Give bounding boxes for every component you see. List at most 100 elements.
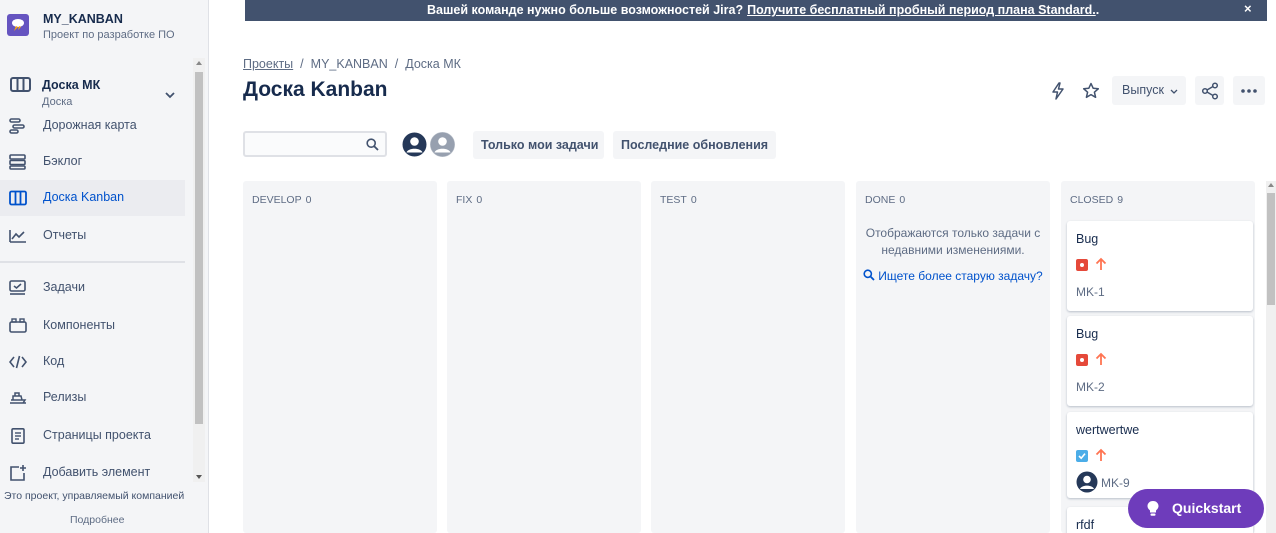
- search-input[interactable]: [249, 135, 359, 153]
- reports-icon: [9, 228, 27, 244]
- priority-high-icon: [1095, 352, 1107, 365]
- issue-title: rfdf: [1076, 518, 1095, 532]
- older-issue-link[interactable]: Ищете более старую задачу?: [856, 268, 1050, 285]
- sidebar-item-kanban-board[interactable]: Доска Kanban: [0, 180, 185, 216]
- sidebar-item-reports[interactable]: Отчеты: [0, 218, 185, 254]
- scrollbar-thumb[interactable]: [195, 72, 203, 424]
- more-icon: [1241, 89, 1257, 93]
- avatar-unassigned[interactable]: [428, 130, 457, 159]
- sidebar: MY_KANBAN Проект по разработке ПО Доска …: [0, 0, 209, 533]
- done-column-message: Отображаются только задачи с недавними и…: [865, 226, 1041, 257]
- scrollbar-thumb[interactable]: [1267, 193, 1275, 305]
- issue-card[interactable]: Bug MK-1: [1067, 221, 1253, 311]
- sidebar-item-issues[interactable]: Задачи: [0, 270, 185, 306]
- breadcrumb-separator: /: [394, 57, 399, 71]
- board-column-done: DONE 0 Отображаются только задачи с недав…: [856, 181, 1050, 533]
- sidebar-scrollbar[interactable]: [193, 58, 205, 482]
- upgrade-banner: Вашей команде нужно больше возможностей …: [245, 0, 1267, 21]
- column-count: 0: [899, 194, 906, 206]
- roadmap-icon: [9, 118, 27, 134]
- sidebar-item-label: Компоненты: [43, 318, 116, 332]
- releases-icon: [9, 390, 27, 406]
- sidebar-item-components[interactable]: Компоненты: [0, 308, 185, 344]
- column-name: CLOSED: [1070, 194, 1114, 206]
- column-count: 0: [305, 194, 312, 206]
- sidebar-item-label: Добавить элемент: [43, 465, 151, 479]
- more-button[interactable]: [1233, 76, 1265, 105]
- sidebar-item-add-item[interactable]: Добавить элемент: [0, 455, 185, 482]
- automation-button[interactable]: [1043, 76, 1072, 105]
- priority-high-icon: [1095, 448, 1107, 461]
- column-name: TEST: [660, 194, 687, 206]
- breadcrumb: Проекты / MY_KANBAN / Доска МК: [243, 57, 461, 71]
- breadcrumb-project[interactable]: MY_KANBAN: [311, 57, 388, 71]
- project-name: MY_KANBAN: [43, 12, 123, 26]
- scroll-down-icon[interactable]: [196, 475, 202, 479]
- task-icon: [1076, 450, 1088, 462]
- board-column-fix: FIX 0: [447, 181, 641, 533]
- release-label: Выпуск: [1122, 83, 1164, 97]
- avatar[interactable]: [400, 130, 429, 159]
- filter-label: Последние обновления: [621, 138, 769, 152]
- only-my-issues-filter[interactable]: Только мои задачи: [473, 131, 604, 159]
- breadcrumb-projects[interactable]: Проекты: [243, 57, 293, 71]
- sidebar-item-label: Задачи: [43, 280, 85, 294]
- column-header: DONE 0: [865, 194, 905, 206]
- assignee-avatar: [1076, 471, 1098, 493]
- backlog-icon: [9, 154, 27, 170]
- bug-icon: [1076, 259, 1088, 271]
- board-name: Доска МК: [42, 78, 101, 92]
- column-count: 0: [476, 194, 483, 206]
- sidebar-item-label: Бэклог: [43, 154, 83, 168]
- column-name: DEVELOP: [252, 194, 302, 206]
- chevron-down-icon: [1170, 84, 1178, 98]
- issue-card[interactable]: wertwertwe MK-9: [1067, 412, 1253, 498]
- app-root: MY_KANBAN Проект по разработке ПО Доска …: [0, 0, 1276, 533]
- issue-key: MK-1: [1076, 285, 1105, 299]
- board-icon: [9, 190, 27, 206]
- quickstart-label: Quickstart: [1172, 500, 1242, 516]
- lightning-icon: [1052, 82, 1064, 100]
- issue-card[interactable]: Bug MK-2: [1067, 316, 1253, 406]
- star-button[interactable]: [1076, 76, 1105, 105]
- chevron-down-icon[interactable]: [165, 86, 175, 104]
- lightbulb-icon: [1146, 500, 1160, 520]
- project-header[interactable]: MY_KANBAN Проект по разработке ПО: [0, 0, 208, 56]
- scroll-up-icon[interactable]: [196, 61, 202, 65]
- share-button[interactable]: [1195, 76, 1224, 105]
- board-selector[interactable]: Доска МК Доска: [0, 66, 193, 108]
- recently-updated-filter[interactable]: Последние обновления: [613, 131, 776, 159]
- sidebar-item-label: Код: [43, 354, 65, 368]
- search-field[interactable]: [243, 131, 387, 157]
- column-header: CLOSED 9: [1070, 194, 1123, 206]
- board-column-closed: CLOSED 9 Bug MK-1 Bug MK-2 wertwertwe MK-…: [1061, 181, 1255, 533]
- priority-high-icon: [1095, 257, 1107, 270]
- column-header: DEVELOP 0: [252, 194, 311, 206]
- components-icon: [9, 318, 27, 334]
- sidebar-item-code[interactable]: Код: [0, 344, 185, 380]
- older-issue-link-text: Ищете более старую задачу?: [878, 269, 1043, 283]
- scroll-up-icon[interactable]: [1268, 183, 1274, 187]
- banner-link[interactable]: Получите бесплатный пробный период плана…: [747, 3, 1096, 17]
- sidebar-item-label: Страницы проекта: [43, 428, 151, 442]
- column-header: FIX 0: [456, 194, 482, 206]
- issue-title: wertwertwe: [1076, 423, 1140, 437]
- column-count: 0: [690, 194, 697, 206]
- column-name: DONE: [865, 194, 896, 206]
- project-type: Проект по разработке ПО: [43, 29, 175, 41]
- sidebar-item-releases[interactable]: Релизы: [0, 380, 185, 416]
- code-icon: [8, 354, 28, 370]
- board-scrollbar[interactable]: [1266, 181, 1276, 533]
- column-count: 9: [1117, 194, 1124, 206]
- sidebar-item-project-pages[interactable]: Страницы проекта: [0, 418, 185, 454]
- issue-title: Bug: [1076, 327, 1099, 341]
- release-button[interactable]: Выпуск: [1112, 76, 1186, 105]
- sidebar-item-backlog[interactable]: Бэклог: [0, 144, 185, 180]
- sidebar-item-roadmap[interactable]: Дорожная карта: [0, 108, 185, 144]
- column-header: TEST 0: [660, 194, 697, 206]
- sidebar-footer-link[interactable]: Подробнее: [70, 514, 124, 526]
- breadcrumb-board[interactable]: Доска МК: [405, 57, 461, 71]
- quickstart-button[interactable]: Quickstart: [1128, 489, 1264, 528]
- close-icon[interactable]: ×: [1244, 1, 1252, 16]
- star-icon: [1082, 82, 1100, 99]
